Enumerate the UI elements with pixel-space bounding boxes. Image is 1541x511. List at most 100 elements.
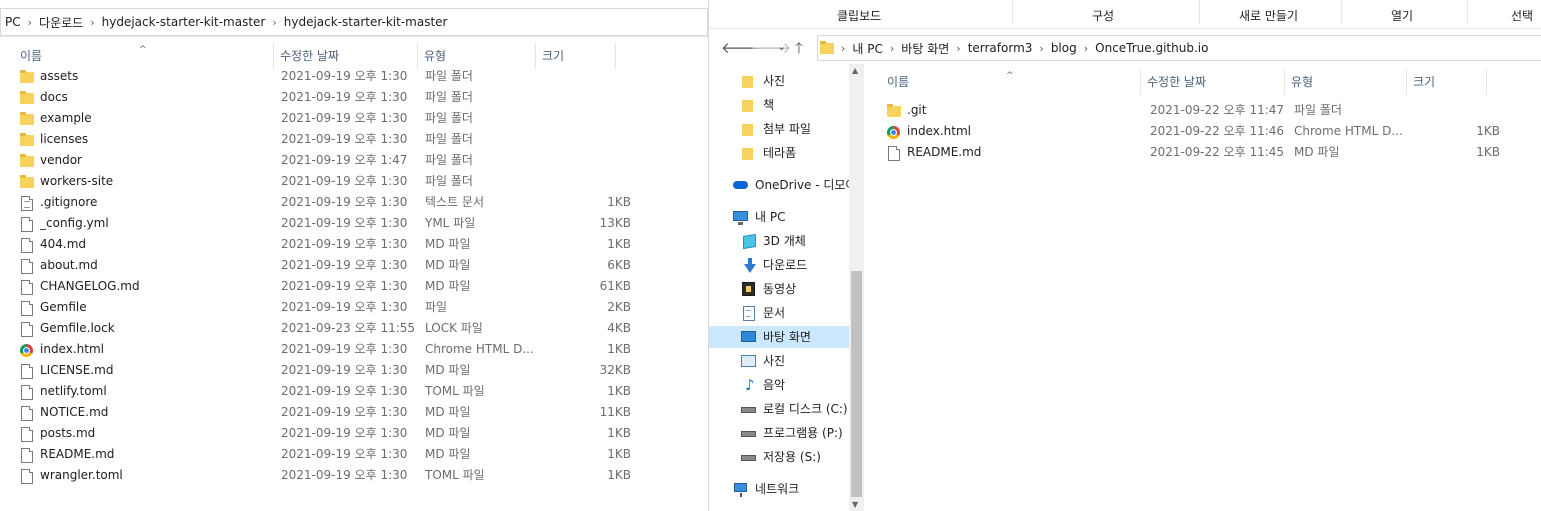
column-header-name[interactable]: ^ 이름 — [881, 69, 1141, 95]
nav-item[interactable]: 바탕 화면 — [709, 326, 849, 348]
file-name-cell[interactable]: README.md — [887, 142, 1150, 163]
chevron-right-icon[interactable]: › — [269, 16, 279, 29]
file-row[interactable]: README.md 2021-09-19 오후 1:30 MD 파일 1KB — [20, 444, 631, 465]
file-row[interactable]: workers-site 2021-09-19 오후 1:30 파일 폴더 — [20, 171, 631, 192]
scroll-up-icon[interactable]: ▲ — [852, 66, 858, 75]
file-row[interactable]: vendor 2021-09-19 오후 1:47 파일 폴더 — [20, 150, 631, 171]
breadcrumb-desktop[interactable]: 바탕 화면 — [897, 40, 953, 57]
breadcrumb-blog[interactable]: blog — [1047, 41, 1081, 55]
file-name[interactable]: example — [40, 108, 92, 129]
ribbon-group-open[interactable]: 열기 — [1391, 7, 1413, 24]
file-row[interactable]: .gitignore 2021-09-19 오후 1:30 텍스트 문서 1KB — [20, 192, 631, 213]
file-name[interactable]: vendor — [40, 150, 82, 171]
column-header-size[interactable]: 크기 — [1407, 69, 1487, 95]
file-name-cell[interactable]: 404.md — [20, 234, 281, 255]
breadcrumb-terraform3[interactable]: terraform3 — [964, 41, 1037, 55]
file-name-cell[interactable]: README.md — [20, 444, 281, 465]
file-name-cell[interactable]: index.html — [20, 339, 281, 360]
file-row[interactable]: wrangler.toml 2021-09-19 오후 1:30 TOML 파일 1K… — [20, 465, 631, 486]
file-name[interactable]: .gitignore — [40, 192, 97, 213]
nav-item[interactable]: 첨부 파일 — [709, 118, 849, 140]
nav-item[interactable]: 동영상 — [709, 278, 849, 300]
file-row[interactable]: README.md 2021-09-22 오후 11:45 MD 파일 1KB — [887, 142, 1500, 163]
up-icon[interactable]: 🡑 — [795, 38, 803, 63]
breadcrumb-pc[interactable]: PC — [1, 15, 25, 29]
file-row[interactable]: CHANGELOG.md 2021-09-19 오후 1:30 MD 파일 61KB — [20, 276, 631, 297]
nav-item[interactable]: OneDrive - 디모아 — [709, 174, 849, 196]
nav-item[interactable]: 사진 — [709, 70, 849, 92]
file-row[interactable]: index.html 2021-09-19 오후 1:30 Chrome HTML … — [20, 339, 631, 360]
nav-item[interactable]: 저장용 (S:) — [709, 446, 849, 468]
file-name[interactable]: README.md — [40, 444, 114, 465]
chevron-right-icon[interactable]: › — [1081, 42, 1091, 55]
nav-item[interactable]: 내 PC — [709, 206, 849, 228]
file-row[interactable]: posts.md 2021-09-19 오후 1:30 MD 파일 1KB — [20, 423, 631, 444]
chevron-right-icon[interactable]: › — [25, 16, 35, 29]
ribbon-group-new[interactable]: 새로 만들기 — [1239, 7, 1298, 24]
file-row[interactable]: 404.md 2021-09-19 오후 1:30 MD 파일 1KB — [20, 234, 631, 255]
file-name[interactable]: README.md — [907, 142, 981, 163]
nav-item[interactable]: 다운로드 — [709, 254, 849, 276]
nav-item[interactable]: 네트워크 — [709, 478, 849, 500]
file-name-cell[interactable]: wrangler.toml — [20, 465, 281, 486]
file-name[interactable]: docs — [40, 87, 68, 108]
file-name[interactable]: posts.md — [40, 423, 95, 444]
nav-item[interactable]: 사진 — [709, 350, 849, 372]
nav-item[interactable]: 프로그램용 (P:) — [709, 422, 849, 444]
column-header-type[interactable]: 유형 — [1285, 69, 1407, 95]
file-name-cell[interactable]: Gemfile — [20, 297, 281, 318]
file-name-cell[interactable]: docs — [20, 87, 281, 108]
nav-pane-scrollbar[interactable]: ▲ ▼ — [849, 64, 864, 511]
scroll-down-icon[interactable]: ▼ — [852, 500, 858, 509]
chevron-right-icon[interactable]: › — [887, 42, 897, 55]
file-row[interactable]: example 2021-09-19 오후 1:30 파일 폴더 — [20, 108, 631, 129]
ribbon-group-organize[interactable]: 구성 — [1092, 7, 1114, 24]
nav-item[interactable]: 책 — [709, 94, 849, 116]
file-row[interactable]: Gemfile.lock 2021-09-23 오후 11:55 LOCK 파일 4K… — [20, 318, 631, 339]
file-name-cell[interactable]: _config.yml — [20, 213, 281, 234]
file-name[interactable]: Gemfile.lock — [40, 318, 115, 339]
nav-item[interactable]: 문서 — [709, 302, 849, 324]
file-row[interactable]: NOTICE.md 2021-09-19 오후 1:30 MD 파일 11KB — [20, 402, 631, 423]
file-name-cell[interactable]: example — [20, 108, 281, 129]
file-row[interactable]: .git 2021-09-22 오후 11:47 파일 폴더 — [887, 100, 1500, 121]
file-name[interactable]: assets — [40, 66, 78, 87]
file-name[interactable]: .git — [907, 100, 926, 121]
file-row[interactable]: assets 2021-09-19 오후 1:30 파일 폴더 — [20, 66, 631, 87]
breadcrumb-downloads[interactable]: 다운로드 — [35, 14, 87, 31]
file-name-cell[interactable]: vendor — [20, 150, 281, 171]
ribbon-group-select[interactable]: 선택 — [1511, 7, 1533, 24]
file-name-cell[interactable]: about.md — [20, 255, 281, 276]
file-name[interactable]: 404.md — [40, 234, 86, 255]
breadcrumb-oncetrue[interactable]: OnceTrue.github.io — [1091, 41, 1212, 55]
nav-item[interactable]: 테라폼 — [709, 142, 849, 164]
file-name-cell[interactable]: .git — [887, 100, 1150, 121]
file-name-cell[interactable]: Gemfile.lock — [20, 318, 281, 339]
file-row[interactable]: about.md 2021-09-19 오후 1:30 MD 파일 6KB — [20, 255, 631, 276]
file-row[interactable]: Gemfile 2021-09-19 오후 1:30 파일 2KB — [20, 297, 631, 318]
nav-item[interactable]: ♪ 음악 — [709, 374, 849, 396]
file-name[interactable]: index.html — [907, 121, 971, 142]
file-name-cell[interactable]: licenses — [20, 129, 281, 150]
chevron-right-icon[interactable]: › — [838, 42, 848, 55]
nav-item[interactable]: 로컬 디스크 (C:) — [709, 398, 849, 420]
file-name[interactable]: wrangler.toml — [40, 465, 123, 486]
file-row[interactable]: licenses 2021-09-19 오후 1:30 파일 폴더 — [20, 129, 631, 150]
file-row[interactable]: index.html 2021-09-22 오후 11:46 Chrome HTML… — [887, 121, 1500, 142]
file-row[interactable]: docs 2021-09-19 오후 1:30 파일 폴더 — [20, 87, 631, 108]
file-name[interactable]: workers-site — [40, 171, 113, 192]
breadcrumb[interactable]: PC › 다운로드 › hydejack-starter-kit-master … — [0, 8, 708, 36]
file-name[interactable]: about.md — [40, 255, 98, 276]
file-name[interactable]: _config.yml — [40, 213, 109, 234]
file-name[interactable]: CHANGELOG.md — [40, 276, 140, 297]
file-name[interactable]: licenses — [40, 129, 88, 150]
recent-locations-icon[interactable]: ⌄ — [777, 40, 786, 53]
file-name-cell[interactable]: assets — [20, 66, 281, 87]
file-name-cell[interactable]: NOTICE.md — [20, 402, 281, 423]
chevron-right-icon[interactable]: › — [87, 16, 97, 29]
file-name-cell[interactable]: posts.md — [20, 423, 281, 444]
file-row[interactable]: netlify.toml 2021-09-19 오후 1:30 TOML 파일 1KB — [20, 381, 631, 402]
address-bar[interactable]: › 내 PC › 바탕 화면 › terraform3 › blog › Onc… — [817, 35, 1541, 61]
column-header-date[interactable]: 수정한 날짜 — [1141, 69, 1285, 95]
breadcrumb-kit-current[interactable]: hydejack-starter-kit-master — [280, 15, 452, 29]
